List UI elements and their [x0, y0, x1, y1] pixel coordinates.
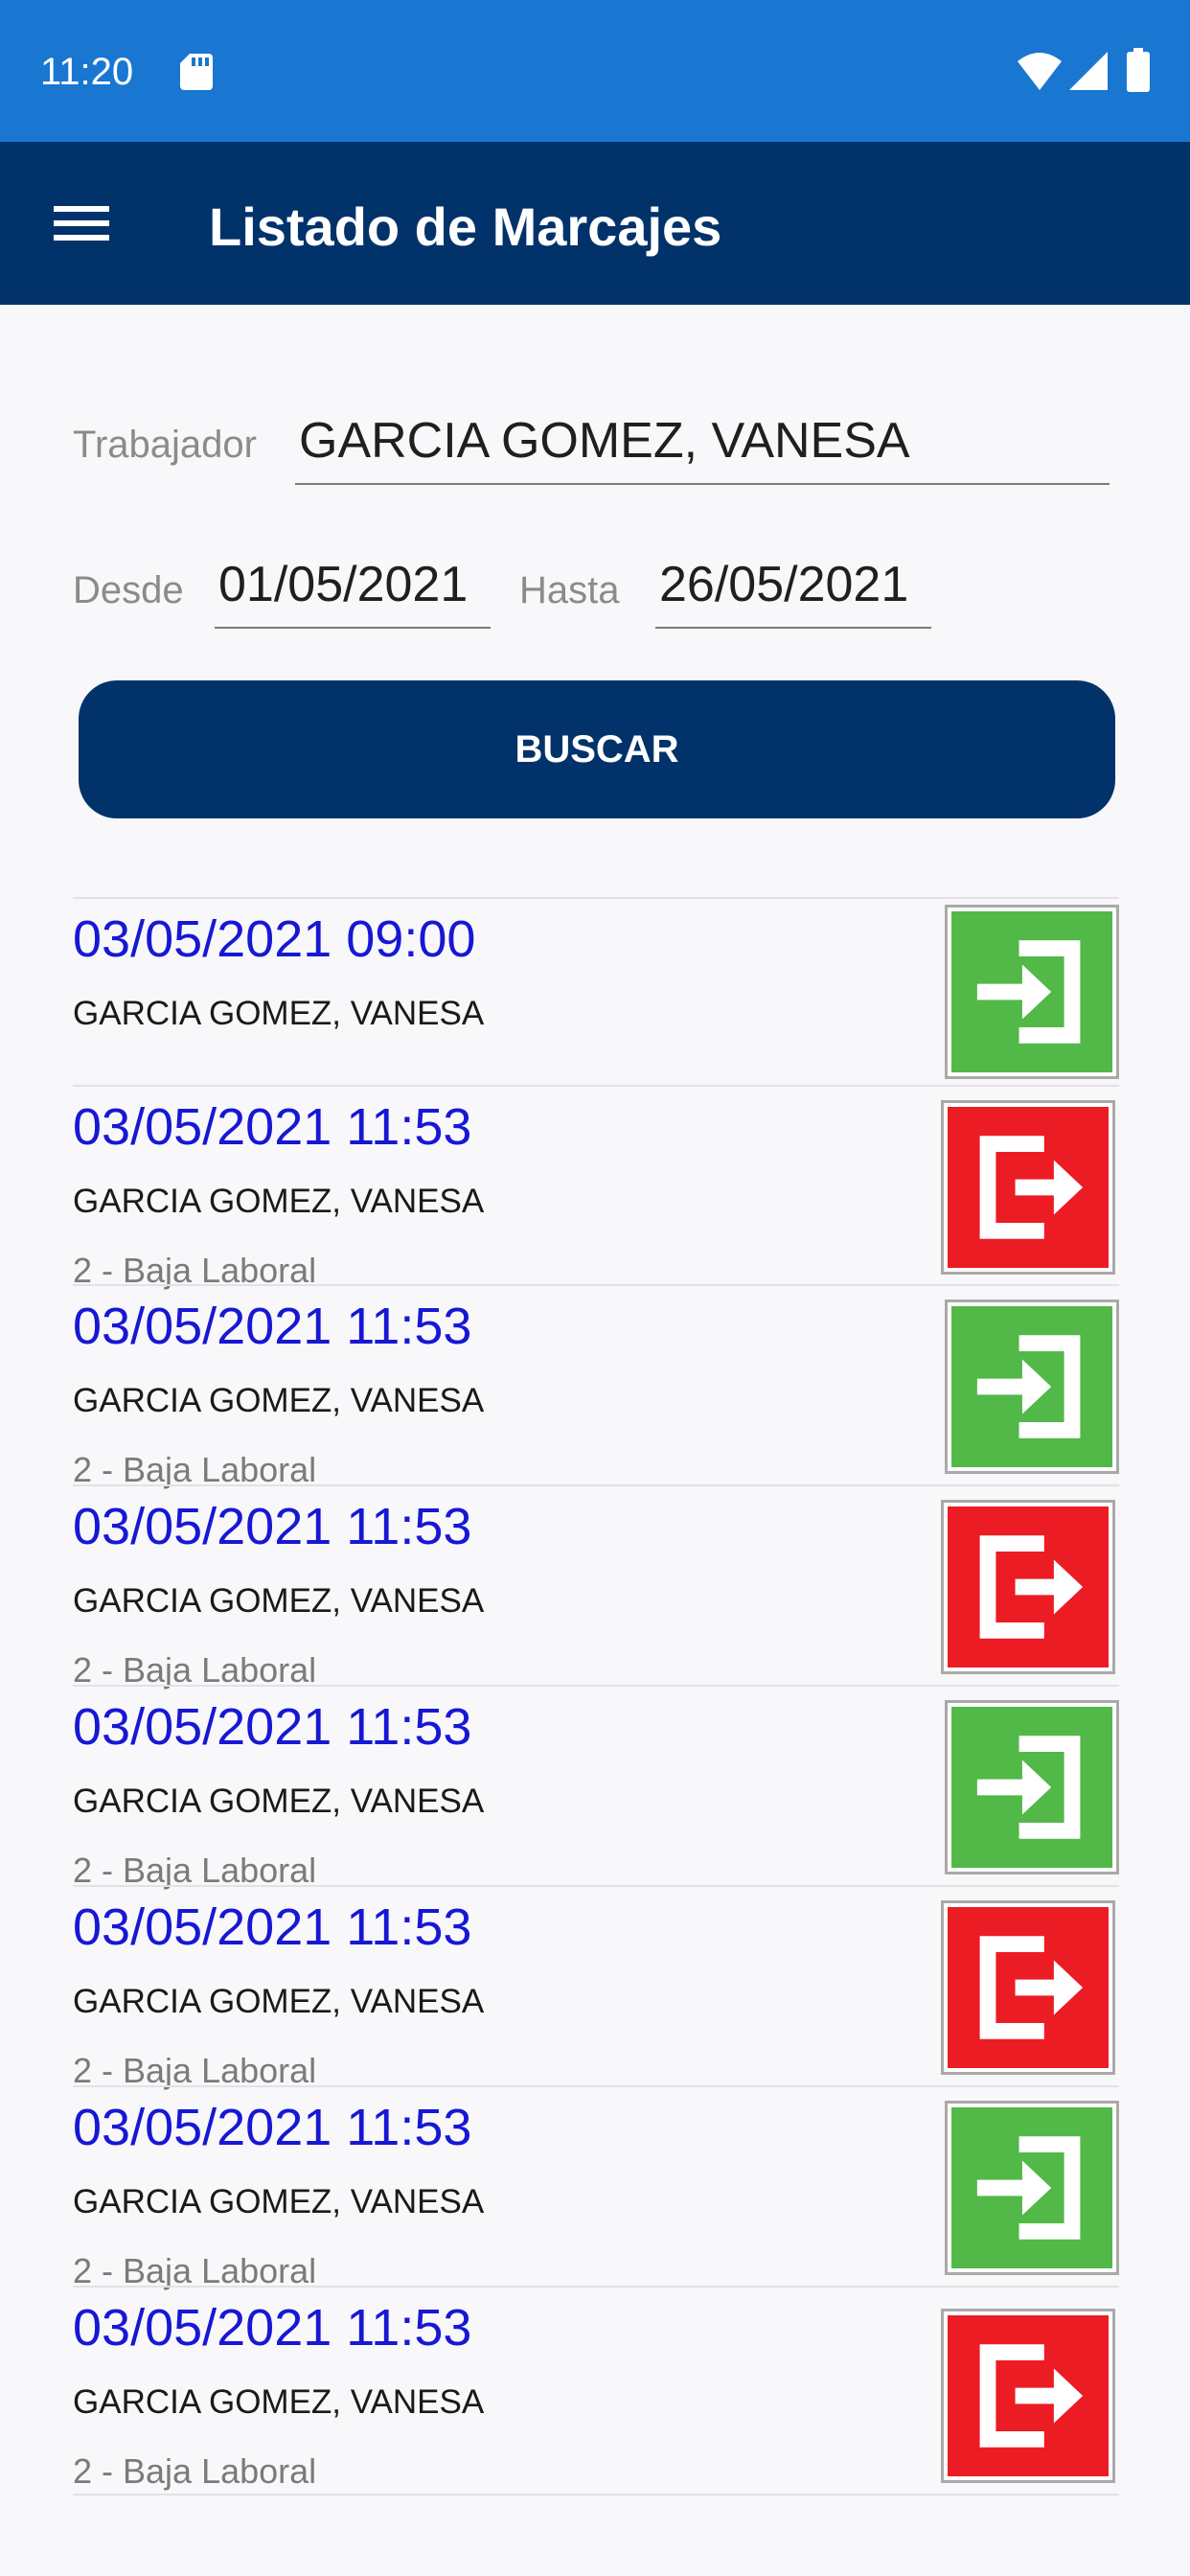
entry-arrow-icon — [945, 2101, 1119, 2275]
record-datetime: 03/05/2021 11:53 — [73, 2099, 472, 2156]
entry-arrow-icon — [945, 1700, 1119, 1874]
record-row[interactable]: 03/05/2021 11:53 GARCIA GOMEZ, VANESA 2 - … — [73, 2286, 1119, 2494]
battery-icon — [1127, 48, 1150, 92]
record-reason: 2 - Baja Laboral — [73, 2451, 317, 2491]
record-datetime: 03/05/2021 11:53 — [73, 1498, 472, 1555]
record-datetime: 03/05/2021 09:00 — [73, 910, 476, 968]
record-row[interactable]: 03/05/2021 11:53 GARCIA GOMEZ, VANESA 2 - … — [73, 1085, 1119, 1290]
cell-signal-icon — [1069, 52, 1108, 90]
sd-card-icon — [180, 54, 213, 90]
entry-arrow-icon — [945, 1300, 1119, 1474]
record-row[interactable]: 03/05/2021 11:53 GARCIA GOMEZ, VANESA 2 - … — [73, 1685, 1119, 1890]
record-datetime: 03/05/2021 11:53 — [73, 2299, 472, 2357]
exit-arrow-icon — [941, 1900, 1115, 2075]
wifi-icon — [1018, 53, 1062, 90]
record-worker: GARCIA GOMEZ, VANESA — [73, 995, 485, 1032]
record-row[interactable]: 03/05/2021 09:00 GARCIA GOMEZ, VANESA — [73, 897, 1119, 1085]
menu-icon[interactable] — [40, 190, 123, 257]
record-datetime: 03/05/2021 11:53 — [73, 1698, 472, 1756]
record-worker: GARCIA GOMEZ, VANESA — [73, 1382, 485, 1419]
record-row[interactable]: 03/05/2021 11:53 GARCIA GOMEZ, VANESA 2 - … — [73, 1885, 1119, 2090]
from-date-field[interactable]: 01/05/2021 — [215, 554, 491, 629]
record-datetime: 03/05/2021 11:53 — [73, 1898, 472, 1956]
record-datetime: 03/05/2021 11:53 — [73, 1298, 472, 1355]
exit-arrow-icon — [941, 1500, 1115, 1674]
status-bar: 11:20 — [0, 0, 1190, 142]
record-row[interactable]: 03/05/2021 11:53 GARCIA GOMEZ, VANESA 2 - … — [73, 1484, 1119, 1690]
record-worker: GARCIA GOMEZ, VANESA — [73, 1582, 485, 1620]
record-row[interactable]: 03/05/2021 11:53 GARCIA GOMEZ, VANESA 2 - … — [73, 2085, 1119, 2290]
record-worker: GARCIA GOMEZ, VANESA — [73, 2183, 485, 2220]
worker-field[interactable]: GARCIA GOMEZ, VANESA — [295, 410, 1110, 485]
from-date-label: Desde — [73, 569, 184, 611]
record-row[interactable]: 03/05/2021 11:53 GARCIA GOMEZ, VANESA 2 - … — [73, 1284, 1119, 1489]
to-date-field[interactable]: 26/05/2021 — [655, 554, 931, 629]
status-time: 11:20 — [40, 51, 134, 93]
record-worker: GARCIA GOMEZ, VANESA — [73, 2383, 485, 2421]
record-worker: GARCIA GOMEZ, VANESA — [73, 1983, 485, 2020]
search-button[interactable]: BUSCAR — [79, 680, 1115, 818]
record-worker: GARCIA GOMEZ, VANESA — [73, 1782, 485, 1820]
exit-arrow-icon — [941, 1100, 1115, 1275]
entry-arrow-icon — [945, 905, 1119, 1079]
exit-arrow-icon — [941, 2309, 1115, 2483]
list-divider — [73, 2494, 1119, 2496]
record-worker: GARCIA GOMEZ, VANESA — [73, 1183, 485, 1220]
to-date-label: Hasta — [519, 569, 620, 611]
record-datetime: 03/05/2021 11:53 — [73, 1098, 472, 1156]
worker-label: Trabajador — [73, 424, 257, 466]
page-title: Listado de Marcajes — [209, 196, 722, 257]
app-bar: Listado de Marcajes — [0, 142, 1190, 305]
